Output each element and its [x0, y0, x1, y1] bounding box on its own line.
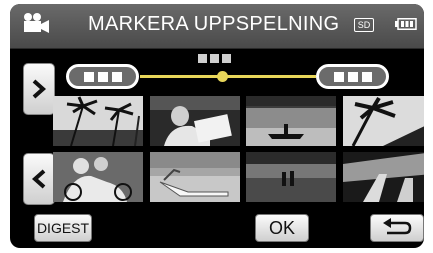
chevron-left-icon: [31, 169, 46, 189]
thumbnail-rowboat-on-lake[interactable]: [246, 96, 336, 146]
range-end-icon: [361, 71, 372, 82]
screen-title: MARKERA UPPSPELNING: [88, 13, 340, 35]
header-bar: MARKERA UPPSPELNING SD: [10, 4, 424, 49]
ok-button-label: OK: [268, 217, 295, 238]
counter-block: [210, 54, 219, 63]
timeline-knob[interactable]: [217, 71, 228, 82]
thumbnail-beach-shadows[interactable]: [343, 152, 424, 202]
range-end-icon: [347, 71, 358, 82]
counter-block: [222, 54, 231, 63]
position-counter: [198, 54, 231, 63]
back-button[interactable]: [370, 214, 424, 242]
counter-block: [198, 54, 207, 63]
next-page-button[interactable]: [23, 63, 55, 115]
digest-button[interactable]: DIGEST: [34, 214, 92, 242]
chevron-right-icon: [32, 79, 47, 99]
sd-card-badge: SD: [354, 18, 374, 32]
range-start-icon: [111, 71, 122, 82]
thumbnail-palm-trees[interactable]: [53, 96, 143, 146]
thumbnail-beach-chair[interactable]: [150, 152, 240, 202]
range-end-icon: [333, 71, 344, 82]
digest-button-label: DIGEST: [36, 220, 90, 236]
return-icon: [383, 218, 412, 235]
range-start-button[interactable]: [66, 64, 139, 89]
range-start-icon: [83, 71, 94, 82]
range-start-icon: [97, 71, 108, 82]
thumbnail-palm-silhouette[interactable]: [343, 96, 424, 146]
thumbnail-people-on-beach[interactable]: [246, 152, 336, 202]
timeline-bar[interactable]: [140, 75, 316, 78]
camera-screen: MARKERA UPPSPELNING SD DIGEST OK: [10, 4, 424, 248]
battery-icon: [395, 18, 417, 30]
previous-page-button[interactable]: [23, 153, 55, 205]
thumbnail-couple-with-bicycles[interactable]: [53, 152, 143, 202]
range-end-button[interactable]: [316, 64, 389, 89]
ok-button[interactable]: OK: [255, 214, 309, 242]
thumbnail-person-reading[interactable]: [150, 96, 240, 146]
video-camera-icon: [24, 13, 49, 33]
